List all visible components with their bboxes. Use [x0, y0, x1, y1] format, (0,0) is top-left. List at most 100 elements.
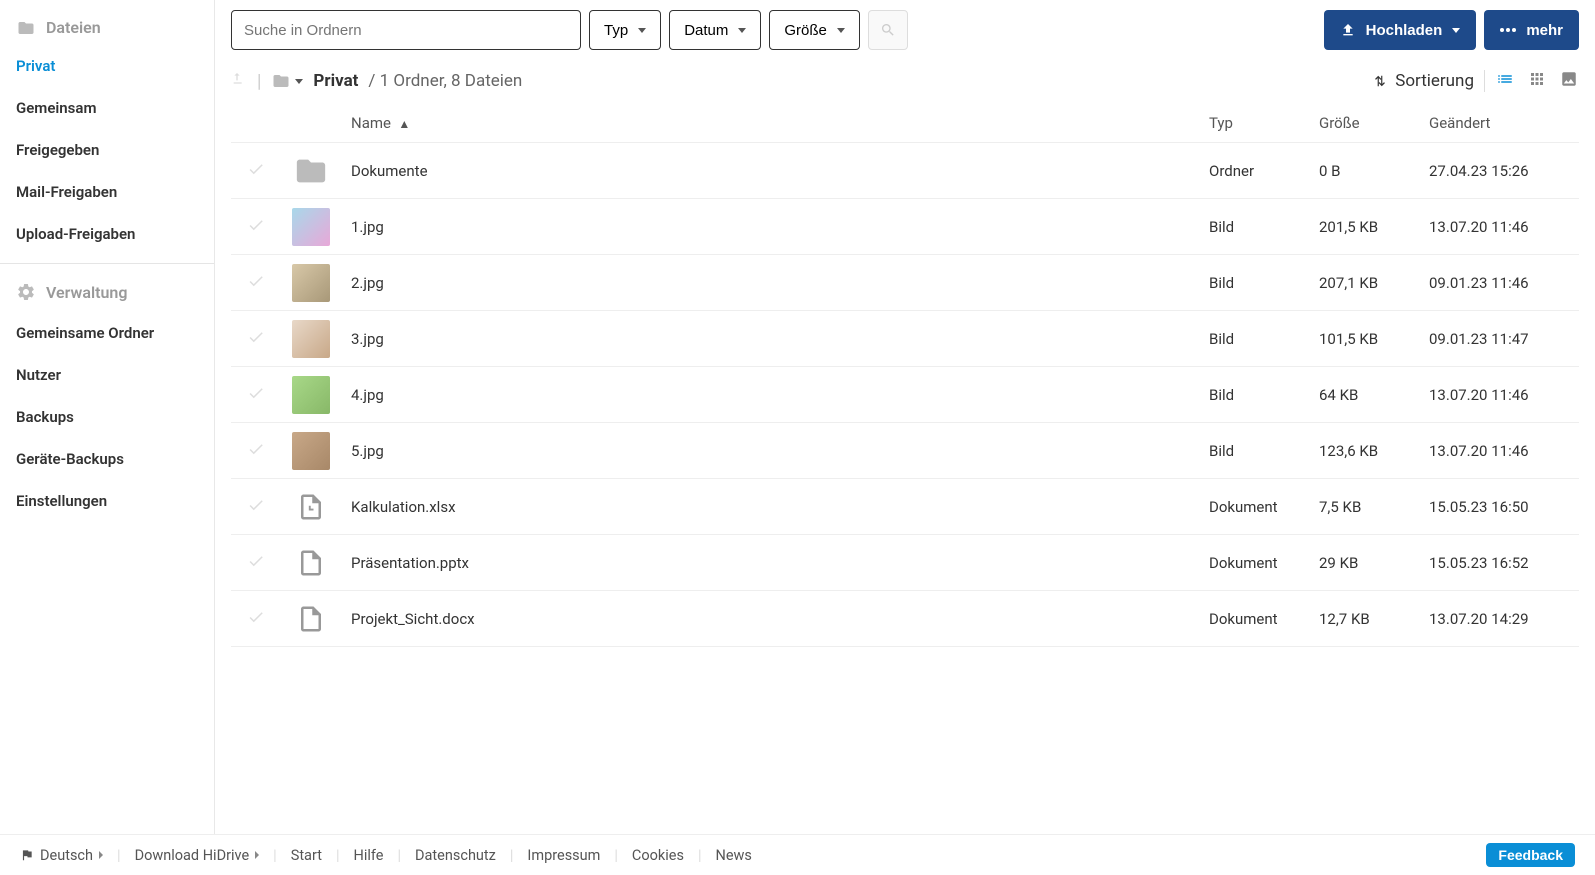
file-modified: 09.01.23 11:47: [1429, 330, 1579, 348]
file-size: 123,6 KB: [1319, 442, 1429, 460]
col-header-type[interactable]: Typ: [1209, 114, 1319, 132]
table-row[interactable]: Präsentation.pptxDokument29 KB15.05.23 1…: [231, 535, 1579, 591]
col-header-size[interactable]: Größe: [1319, 114, 1429, 132]
footer: Deutsch | Download HiDrive | Start | Hil…: [0, 834, 1595, 875]
file-type: Bild: [1209, 274, 1319, 292]
file-thumb: [281, 264, 341, 302]
breadcrumb-sep: |: [257, 71, 261, 92]
table-row[interactable]: Kalkulation.xlsxDokument7,5 KB15.05.23 1…: [231, 479, 1579, 535]
file-type: Bild: [1209, 386, 1319, 404]
file-table: Name ▲ Typ Größe Geändert DokumenteOrdne…: [231, 104, 1579, 834]
table-row[interactable]: 1.jpgBild201,5 KB13.07.20 11:46: [231, 199, 1579, 255]
footer-link-news[interactable]: News: [716, 847, 752, 864]
upload-icon: [1340, 22, 1356, 38]
caret-right-icon: [99, 851, 103, 859]
sidebar-item-nutzer[interactable]: Nutzer: [0, 354, 214, 396]
folder-icon: [16, 19, 36, 37]
file-thumb: [281, 600, 341, 638]
file-name[interactable]: Kalkulation.xlsx: [341, 498, 1209, 516]
file-type: Bild: [1209, 218, 1319, 236]
footer-link-start[interactable]: Start: [291, 847, 322, 864]
breadcrumb-current: Privat: [313, 71, 358, 91]
sidebar-files-label: Dateien: [46, 18, 101, 37]
table-row[interactable]: 3.jpgBild101,5 KB09.01.23 11:47: [231, 311, 1579, 367]
sort-button[interactable]: Sortierung: [1373, 71, 1474, 91]
view-grid-button[interactable]: [1527, 70, 1547, 92]
grid-icon: [1527, 70, 1547, 88]
check-icon[interactable]: [247, 328, 265, 350]
sidebar-item-upload-freigaben[interactable]: Upload-Freigaben: [0, 213, 214, 255]
feedback-button[interactable]: Feedback: [1486, 843, 1575, 867]
up-icon[interactable]: [231, 70, 247, 92]
file-name[interactable]: Präsentation.pptx: [341, 554, 1209, 572]
search-icon: [880, 22, 896, 38]
list-icon: [1495, 70, 1515, 88]
flag-icon: [20, 848, 34, 862]
language-selector[interactable]: Deutsch: [20, 847, 103, 864]
folder-icon: [271, 72, 291, 90]
check-icon[interactable]: [247, 496, 265, 518]
search-submit-button[interactable]: [868, 10, 908, 50]
file-name[interactable]: 4.jpg: [341, 386, 1209, 404]
filter-type-button[interactable]: Typ: [589, 10, 661, 50]
search-input[interactable]: [231, 10, 581, 50]
file-modified: 09.01.23 11:46: [1429, 274, 1579, 292]
check-icon[interactable]: [247, 384, 265, 406]
col-header-modified[interactable]: Geändert: [1429, 114, 1579, 132]
sidebar-item-privat[interactable]: Privat: [0, 45, 214, 87]
sidebar-item-gemeinsam[interactable]: Gemeinsam: [0, 87, 214, 129]
footer-link-datenschutz[interactable]: Datenschutz: [415, 847, 496, 864]
check-icon[interactable]: [247, 440, 265, 462]
check-icon[interactable]: [247, 216, 265, 238]
footer-link-hilfe[interactable]: Hilfe: [354, 847, 384, 864]
table-row[interactable]: DokumenteOrdner0 B27.04.23 15:26: [231, 143, 1579, 199]
sidebar-item-gemeinsame-ordner[interactable]: Gemeinsame Ordner: [0, 312, 214, 354]
check-icon[interactable]: [247, 608, 265, 630]
file-type: Dokument: [1209, 498, 1319, 516]
col-header-name[interactable]: Name ▲: [341, 114, 1209, 132]
sidebar-item-einstellungen[interactable]: Einstellungen: [0, 480, 214, 522]
sidebar-item-freigegeben[interactable]: Freigegeben: [0, 129, 214, 171]
file-type: Ordner: [1209, 162, 1319, 180]
table-row[interactable]: 4.jpgBild64 KB13.07.20 11:46: [231, 367, 1579, 423]
footer-link-impressum[interactable]: Impressum: [527, 847, 600, 864]
file-name[interactable]: Dokumente: [341, 162, 1209, 180]
filter-size-button[interactable]: Größe: [769, 10, 860, 50]
table-row[interactable]: Projekt_Sicht.docxDokument12,7 KB13.07.2…: [231, 591, 1579, 647]
upload-button[interactable]: Hochladen: [1324, 10, 1477, 50]
more-button[interactable]: mehr: [1484, 10, 1579, 50]
file-type: Dokument: [1209, 554, 1319, 572]
table-row[interactable]: 5.jpgBild123,6 KB13.07.20 11:46: [231, 423, 1579, 479]
file-name[interactable]: 1.jpg: [341, 218, 1209, 236]
check-icon[interactable]: [247, 552, 265, 574]
file-thumb: [281, 544, 341, 582]
footer-link-cookies[interactable]: Cookies: [632, 847, 684, 864]
sidebar-item-geraete-backups[interactable]: Geräte-Backups: [0, 438, 214, 480]
table-header: Name ▲ Typ Größe Geändert: [231, 104, 1579, 143]
file-size: 201,5 KB: [1319, 218, 1429, 236]
file-size: 12,7 KB: [1319, 610, 1429, 628]
view-gallery-button[interactable]: [1559, 70, 1579, 92]
content: Typ Datum Größe Hochladen mehr: [215, 0, 1595, 834]
view-list-button[interactable]: [1495, 70, 1515, 92]
table-row[interactable]: 2.jpgBild207,1 KB09.01.23 11:46: [231, 255, 1579, 311]
breadcrumb-count: / 1 Ordner, 8 Dateien: [368, 71, 522, 91]
file-name[interactable]: 3.jpg: [341, 330, 1209, 348]
sidebar-item-mail-freigaben[interactable]: Mail-Freigaben: [0, 171, 214, 213]
file-modified: 27.04.23 15:26: [1429, 162, 1579, 180]
check-icon[interactable]: [247, 160, 265, 182]
breadcrumb-root[interactable]: [271, 72, 303, 90]
breadcrumb: | Privat / 1 Ordner, 8 Dateien Sortierun…: [231, 60, 1579, 104]
vsep: [1484, 70, 1485, 92]
file-name[interactable]: Projekt_Sicht.docx: [341, 610, 1209, 628]
file-thumb: [281, 376, 341, 414]
check-icon[interactable]: [247, 272, 265, 294]
download-link[interactable]: Download HiDrive: [135, 847, 260, 864]
file-name[interactable]: 5.jpg: [341, 442, 1209, 460]
filter-date-button[interactable]: Datum: [669, 10, 761, 50]
sort-asc-icon: ▲: [398, 117, 410, 131]
file-modified: 13.07.20 11:46: [1429, 386, 1579, 404]
sidebar-item-backups[interactable]: Backups: [0, 396, 214, 438]
chevron-down-icon: [638, 28, 646, 33]
file-name[interactable]: 2.jpg: [341, 274, 1209, 292]
